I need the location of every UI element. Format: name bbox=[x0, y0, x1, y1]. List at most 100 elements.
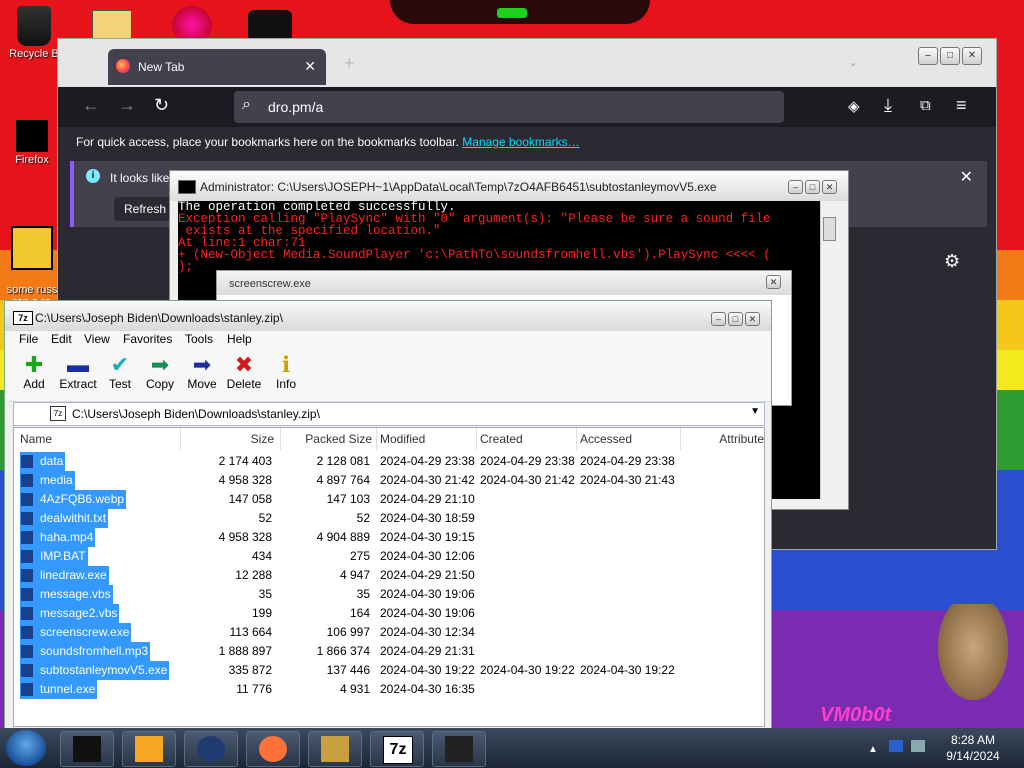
file-icon bbox=[21, 531, 33, 544]
table-row[interactable]: message.vbs 35 35 2024-04-30 19:06 bbox=[14, 585, 764, 604]
menu-file[interactable]: File bbox=[19, 332, 38, 346]
table-row[interactable]: 4AzFQB6.webp 147 058 147 103 2024-04-29 21:… bbox=[14, 490, 764, 509]
table-row[interactable]: media 4 958 328 4 897 764 2024-04-30 21:42 2… bbox=[14, 471, 764, 490]
taskbar-button[interactable] bbox=[60, 731, 114, 767]
maximize-button[interactable]: □ bbox=[805, 180, 820, 194]
column-accessed[interactable]: Accessed bbox=[576, 428, 681, 450]
download-icon[interactable]: ⤓ bbox=[884, 95, 892, 116]
close-tab-icon[interactable]: ✕ bbox=[304, 58, 316, 75]
chevron-down-icon[interactable]: ⌄ bbox=[848, 55, 858, 69]
taskbar-button[interactable] bbox=[432, 731, 486, 767]
taskbar-button[interactable] bbox=[308, 731, 362, 767]
table-row[interactable]: tunnel.exe 11 776 4 931 2024-04-30 16:35 bbox=[14, 680, 764, 699]
column-name[interactable]: Name bbox=[14, 428, 181, 450]
pocket-icon[interactable]: ◈ bbox=[848, 97, 860, 115]
taskbar-button[interactable] bbox=[122, 731, 176, 767]
reload-icon[interactable]: ↻ bbox=[154, 95, 169, 116]
tray-expand-icon[interactable]: ▲ bbox=[868, 744, 878, 755]
column-modified[interactable]: Modified bbox=[376, 428, 477, 450]
scrollbar-thumb[interactable] bbox=[823, 217, 836, 241]
file-size: 434 bbox=[251, 549, 272, 563]
close-icon[interactable]: ✕ bbox=[960, 167, 973, 187]
file-size: 12 288 bbox=[235, 568, 272, 582]
toolbar-label: Move bbox=[187, 377, 217, 391]
maximize-button[interactable]: □ bbox=[728, 312, 743, 326]
file-icon bbox=[21, 474, 33, 487]
toolbar-copy-button[interactable]: ➡ Copy bbox=[137, 353, 183, 392]
table-row[interactable]: soundsfromhell.mp3 1 888 897 1 866 374 2024… bbox=[14, 642, 764, 661]
file-icon bbox=[21, 588, 33, 601]
minimize-button[interactable]: – bbox=[918, 47, 938, 65]
file-accessed: 2024-04-30 19:22 bbox=[580, 663, 675, 677]
cmd-icon bbox=[178, 180, 196, 194]
menu-favorites[interactable]: Favorites bbox=[123, 332, 172, 346]
toolbar-label: Copy bbox=[145, 377, 174, 391]
desktop-icon-firefox[interactable]: Firefox bbox=[2, 120, 62, 166]
close-button[interactable]: ✕ bbox=[766, 275, 781, 289]
table-row[interactable]: message2.vbs 199 164 2024-04-30 19:06 bbox=[14, 604, 764, 623]
file-packed-size: 52 bbox=[356, 511, 370, 525]
file-modified: 2024-04-30 18:59 bbox=[380, 511, 475, 525]
menu-view[interactable]: View bbox=[84, 332, 110, 346]
table-row[interactable]: dealwithit.txt 52 52 2024-04-30 18:59 bbox=[14, 509, 764, 528]
toolbar-add-button[interactable]: ✚ Add bbox=[11, 353, 57, 392]
desktop-icon-recycle-bin[interactable]: Recycle B bbox=[4, 6, 64, 60]
file-icon bbox=[21, 512, 33, 525]
delete-x-icon: ✖ bbox=[234, 352, 254, 377]
chevron-down-icon[interactable]: ▼ bbox=[750, 406, 760, 417]
menu-help[interactable]: Help bbox=[227, 332, 252, 346]
maximize-button[interactable]: □ bbox=[940, 47, 960, 65]
table-row[interactable]: haha.mp4 4 958 328 4 904 889 2024-04-30 19:… bbox=[14, 528, 764, 547]
table-row[interactable]: data 2 174 403 2 128 081 2024-04-29 23:38 20… bbox=[14, 452, 764, 471]
taskbar-button[interactable]: 7z bbox=[370, 731, 424, 767]
table-row[interactable]: screenscrew.exe 113 664 106 997 2024-04-30 … bbox=[14, 623, 764, 642]
7zip-icon: 7z bbox=[383, 736, 413, 764]
volume-icon[interactable] bbox=[911, 740, 926, 752]
file-list: Name Size Packed Size Modified Created A… bbox=[13, 427, 765, 727]
firefox-titlebar: New Tab ✕ + ⌄ – □ ✕ bbox=[58, 39, 996, 87]
tab-new-tab[interactable]: New Tab ✕ bbox=[108, 49, 326, 85]
table-row[interactable]: linedraw.exe 12 288 4 947 2024-04-29 21:50 bbox=[14, 566, 764, 585]
file-packed-size: 275 bbox=[349, 549, 370, 563]
start-button[interactable] bbox=[6, 730, 46, 766]
toolbar-info-button[interactable]: ℹ Info bbox=[263, 352, 309, 392]
recycle-bin-icon bbox=[17, 6, 51, 46]
menu-tools[interactable]: Tools bbox=[185, 332, 213, 346]
column-size[interactable]: Size bbox=[180, 428, 281, 450]
url-bar[interactable]: ⌕ dro.pm/a bbox=[234, 91, 784, 123]
table-row[interactable]: subtostanleymovV5.exe 335 872 137 446 2024-… bbox=[14, 661, 764, 680]
address-bar[interactable]: 7z C:\Users\Joseph Biden\Downloads\stanl… bbox=[13, 402, 765, 426]
back-icon[interactable]: ← bbox=[82, 95, 100, 116]
close-button[interactable]: ✕ bbox=[822, 180, 837, 194]
close-button[interactable]: ✕ bbox=[962, 47, 982, 65]
toolbar-extract-button[interactable]: ▬ Extract bbox=[55, 353, 101, 392]
toolbar-delete-button[interactable]: ✖ Delete bbox=[221, 352, 267, 392]
info-icon: ℹ bbox=[281, 352, 291, 377]
minimize-button[interactable]: – bbox=[711, 312, 726, 326]
column-attribute[interactable]: Attribute bbox=[680, 428, 764, 450]
file-size: 1 888 897 bbox=[218, 644, 272, 658]
column-packed-size[interactable]: Packed Size bbox=[280, 428, 377, 450]
file-created: 2024-04-30 21:42 bbox=[480, 473, 575, 487]
taskbar-button[interactable] bbox=[184, 731, 238, 767]
network-icon[interactable] bbox=[888, 740, 903, 752]
column-created[interactable]: Created bbox=[476, 428, 577, 450]
new-tab-icon[interactable]: + bbox=[344, 53, 355, 74]
desktop-icon-label: Recycle B bbox=[9, 48, 59, 60]
extensions-icon[interactable]: ⧉ bbox=[920, 97, 931, 114]
close-button[interactable]: ✕ bbox=[745, 312, 760, 326]
manage-bookmarks-link[interactable]: Manage bookmarks… bbox=[462, 135, 579, 149]
table-row[interactable]: IMP.BAT 434 275 2024-04-30 12:06 bbox=[14, 547, 764, 566]
settings-gear-icon[interactable]: ⚙ bbox=[944, 251, 960, 272]
clock[interactable]: 8:28 AM 9/14/2024 bbox=[944, 732, 1002, 764]
forward-icon[interactable]: → bbox=[118, 95, 136, 116]
hamster-image bbox=[938, 604, 1008, 700]
minimize-button[interactable]: – bbox=[788, 180, 803, 194]
menu-icon[interactable]: ≡ bbox=[956, 95, 967, 116]
toolbar-move-button[interactable]: ➡ Move bbox=[179, 353, 225, 392]
taskbar-button[interactable] bbox=[246, 731, 300, 767]
menu-edit[interactable]: Edit bbox=[51, 332, 72, 346]
scrollbar[interactable] bbox=[820, 201, 838, 499]
address-text: C:\Users\Joseph Biden\Downloads\stanley.… bbox=[72, 407, 320, 421]
file-created: 2024-04-29 23:38 bbox=[480, 454, 575, 468]
